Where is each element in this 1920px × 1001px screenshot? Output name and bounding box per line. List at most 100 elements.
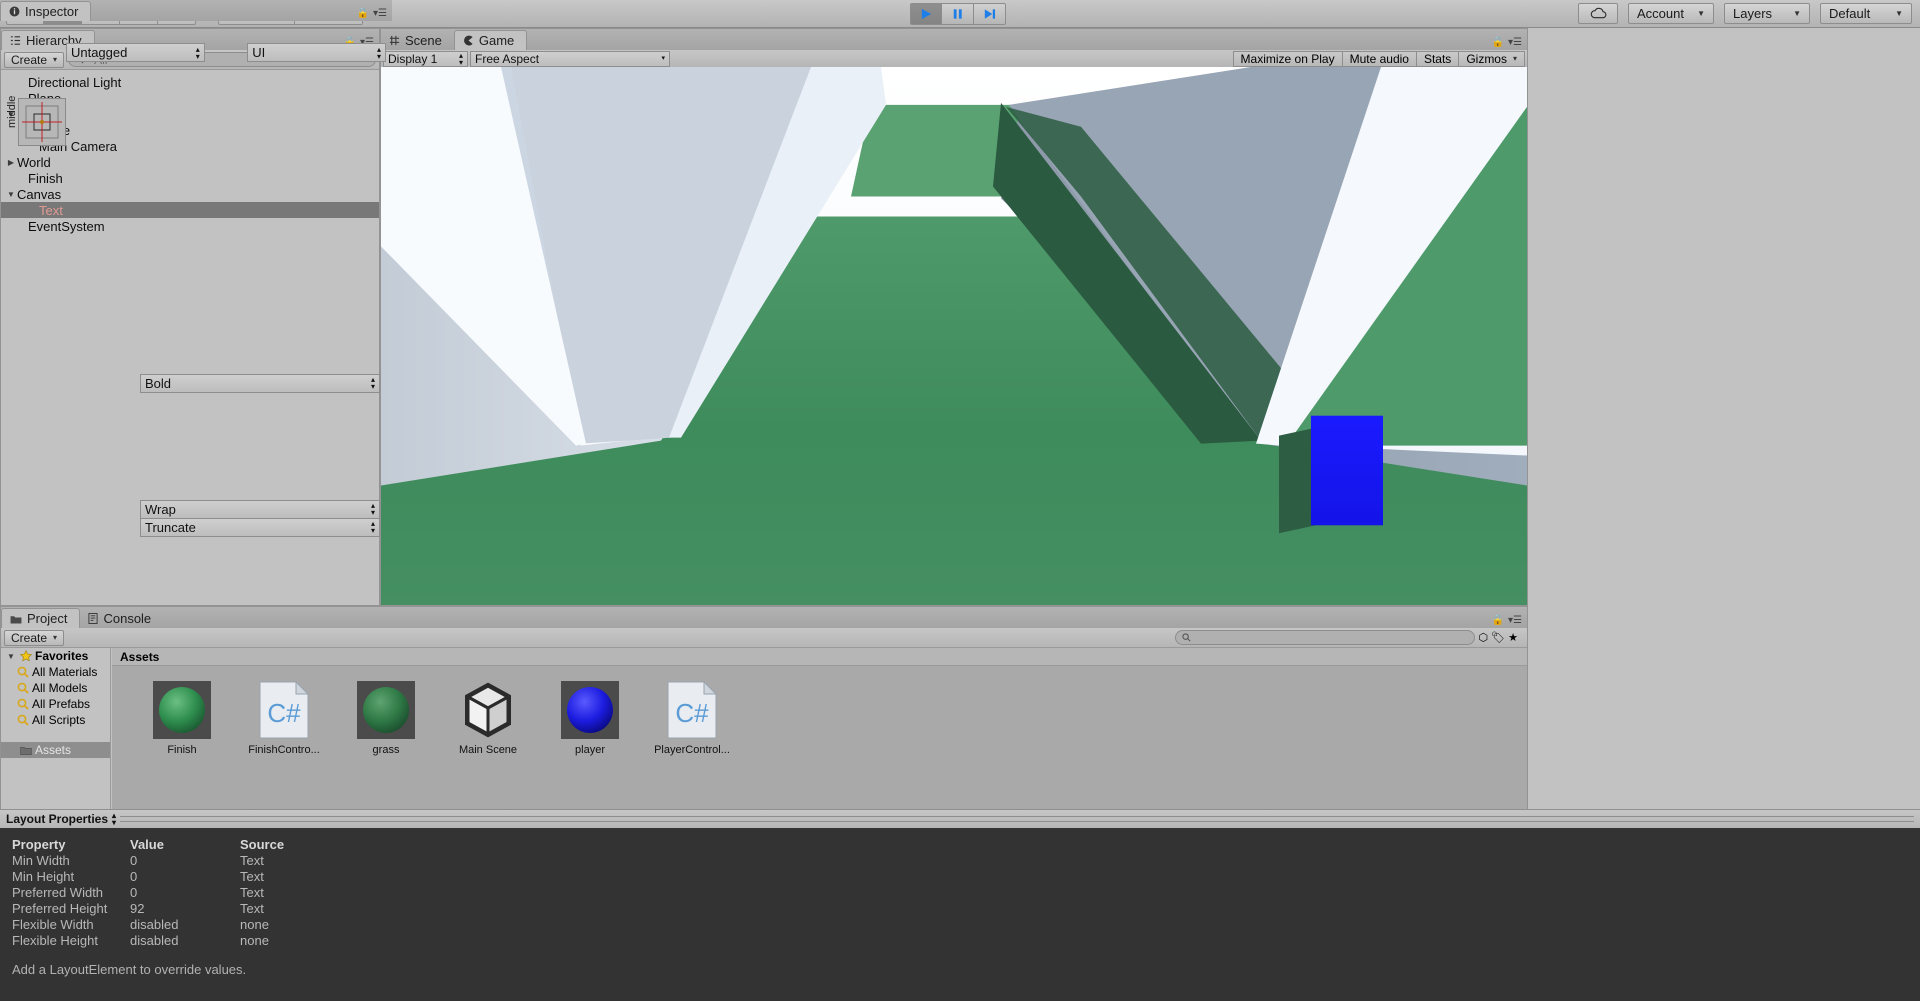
assets-folder-row[interactable]: ▸ Assets [1, 742, 110, 758]
asset-item[interactable]: grass [348, 680, 424, 756]
game-view-panel: Scene Game 🔒 ▾☰ Display 1 ▴▾ Free Aspect… [380, 28, 1528, 606]
cloud-button[interactable] [1578, 3, 1618, 24]
layout-cell-source: Text [240, 869, 1908, 884]
asset-item[interactable]: Main Scene [450, 680, 526, 756]
updown-arrows-icon: ▴▾ [459, 52, 463, 66]
tab-scene-label: Scene [405, 33, 442, 48]
tab-project[interactable]: Project [1, 608, 80, 628]
aspect-dropdown[interactable]: Free Aspect ▾ [470, 51, 670, 67]
layout-button[interactable]: Default ▼ [1820, 3, 1912, 24]
playback-controls [910, 3, 1006, 25]
game-viewport[interactable] [381, 67, 1527, 605]
asset-item[interactable]: Finish [144, 680, 220, 756]
favorite-all-materials[interactable]: All Materials [1, 664, 110, 680]
tab-inspector-label: Inspector [25, 4, 78, 19]
mute-audio-button[interactable]: Mute audio [1343, 51, 1417, 67]
anchor-preset-button[interactable] [18, 98, 66, 146]
search-icon [17, 682, 29, 694]
hierarchy-item-world[interactable]: ▶World [1, 154, 379, 170]
pause-button[interactable] [942, 3, 974, 25]
chevron-down-icon: ▼ [1895, 9, 1903, 18]
cloud-icon [1589, 7, 1608, 20]
pause-icon [950, 7, 965, 21]
display-dropdown[interactable]: Display 1 ▴▾ [383, 51, 468, 67]
chevron-down-icon[interactable]: ▼ [5, 190, 17, 199]
layout-cell-source: none [240, 933, 1908, 948]
layout-properties-panel: Layout Properties ▴▾ PropertyValueSource… [0, 809, 1920, 1001]
play-icon [919, 7, 934, 21]
favorites-label: Favorites [35, 649, 88, 663]
layers-label: Layers [1733, 6, 1772, 21]
layout-properties-header[interactable]: Layout Properties ▴▾ [0, 810, 1920, 828]
play-button[interactable] [910, 3, 942, 25]
search-icon [17, 666, 29, 678]
hierarchy-item-eventsystem[interactable]: ▸EventSystem [1, 218, 379, 234]
csharp-script-icon: C# [256, 680, 312, 740]
hierarchy-item-label: Directional Light [28, 75, 121, 90]
assets-breadcrumb: Assets [112, 648, 1527, 666]
favorites-group[interactable]: ▼ Favorites [1, 648, 110, 664]
layout-table-row: Preferred Width0Text [12, 884, 1908, 900]
account-button[interactable]: Account ▼ [1628, 3, 1714, 24]
hierarchy-item-directional-light[interactable]: ▸Directional Light [1, 74, 379, 90]
favorite-all-models[interactable]: All Models [1, 680, 110, 696]
tag-dropdown[interactable]: Untagged ▴▾ [66, 43, 205, 62]
panel-menu-icon[interactable]: ▾☰ [1508, 615, 1522, 626]
horizontal-overflow-dropdown[interactable]: Wrap ▴▾ [140, 500, 380, 519]
panel-menu-icon[interactable]: ▾☰ [373, 8, 387, 19]
project-search-input[interactable] [1175, 630, 1475, 645]
asset-thumbnail: C# [662, 680, 722, 740]
asset-thumbnail [458, 680, 518, 740]
layers-button[interactable]: Layers ▼ [1724, 3, 1810, 24]
tab-project-label: Project [27, 611, 67, 626]
panel-menu-icon[interactable]: ▾☰ [1508, 37, 1522, 48]
hierarchy-item-text[interactable]: ▸Text [1, 202, 379, 218]
favorite-star-icon[interactable]: ★ [1508, 631, 1518, 644]
tab-game[interactable]: Game [454, 30, 527, 50]
scene-grid-icon [389, 35, 400, 46]
hierarchy-create-button[interactable]: Create ▾ [4, 52, 64, 68]
hierarchy-list: ▸Directional Light▸Plane▼Player▸Cube▸Mai… [1, 70, 379, 234]
hierarchy-item-canvas[interactable]: ▼Canvas [1, 186, 379, 202]
layout-table-row: Min Width0Text [12, 852, 1908, 868]
lock-icon[interactable]: 🔒 [357, 8, 369, 19]
tab-console[interactable]: Console [80, 608, 163, 628]
assets-breadcrumb-label: Assets [120, 650, 159, 664]
chevron-down-icon: ▾ [53, 633, 57, 642]
filter-by-type-icon[interactable]: ⬡ [1479, 631, 1489, 644]
lock-icon[interactable]: 🔒 [1492, 37, 1504, 48]
asset-thumbnail [356, 680, 416, 740]
filter-by-label-icon[interactable]: 🏷 [1491, 631, 1505, 644]
hierarchy-item-finish[interactable]: ▸Finish [1, 170, 379, 186]
updown-arrows-icon: ▴▾ [196, 46, 200, 60]
favorite-all-scripts[interactable]: All Scripts [1, 712, 110, 728]
font-style-dropdown[interactable]: Bold ▴▾ [140, 374, 380, 393]
layout-table-row: Flexible Widthdisablednone [12, 916, 1908, 932]
tree-spacer: ▸ [27, 206, 39, 215]
tree-spacer: ▸ [16, 174, 28, 183]
layout-cell-value: 0 [130, 853, 240, 868]
asset-item[interactable]: player [552, 680, 628, 756]
hierarchy-create-label: Create [11, 53, 47, 67]
gizmos-button[interactable]: Gizmos ▾ [1459, 51, 1525, 67]
favorite-all-prefabs[interactable]: All Prefabs [1, 696, 110, 712]
asset-item[interactable]: C#FinishContro... [246, 680, 322, 756]
lock-icon[interactable]: 🔒 [1492, 615, 1504, 626]
csharp-script-icon: C# [664, 680, 720, 740]
chevron-right-icon[interactable]: ▶ [5, 158, 17, 167]
layer-dropdown[interactable]: UI ▴▾ [247, 43, 386, 62]
asset-item[interactable]: C#PlayerControl... [654, 680, 730, 756]
tab-inspector[interactable]: Inspector [0, 1, 91, 21]
vertical-overflow-dropdown[interactable]: Truncate ▴▾ [140, 518, 380, 537]
maximize-on-play-button[interactable]: Maximize on Play [1233, 51, 1343, 67]
display-label: Display 1 [388, 52, 437, 66]
game-render [381, 67, 1527, 605]
search-icon [17, 698, 29, 710]
updown-arrows-icon: ▴▾ [371, 520, 375, 534]
step-button[interactable] [974, 3, 1006, 25]
stats-button[interactable]: Stats [1417, 51, 1459, 67]
gizmos-label: Gizmos [1466, 52, 1507, 66]
tree-spacer: ▸ [16, 222, 28, 231]
tab-scene[interactable]: Scene [381, 30, 454, 50]
project-create-button[interactable]: Create ▾ [4, 630, 64, 646]
